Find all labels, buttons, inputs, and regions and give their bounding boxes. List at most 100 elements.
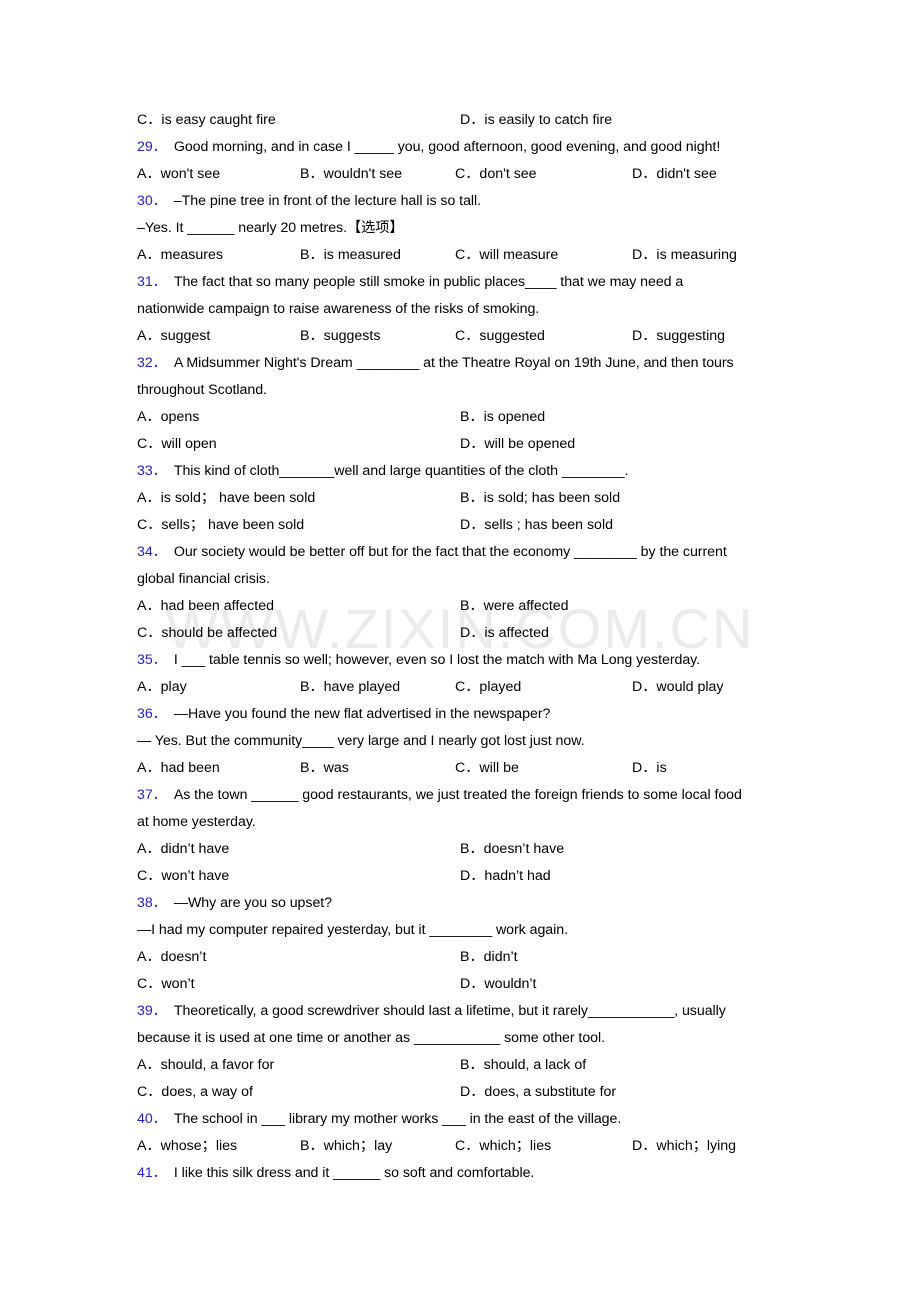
question-text: I ___ table tennis so well; however, eve… [173,652,701,668]
option-b[interactable]: B．have played [300,674,400,701]
option-c[interactable]: C．suggested [455,323,545,350]
option-a[interactable]: A．whose；lies [137,1133,237,1160]
option-row: A．had been affected B．were affected [137,593,785,620]
option-b[interactable]: B．doesn’t have [460,836,564,863]
option-d[interactable]: D．is measuring [632,242,737,269]
question-text: Our society would be better off but for … [173,544,727,560]
option-a[interactable]: A．should, a favor for [137,1052,274,1079]
option-row: C．should be affected D．is affected [137,620,785,647]
option-c[interactable]: C．is easy caught fire [137,107,276,134]
option-a[interactable]: A．had been affected [137,593,274,620]
option-d[interactable]: D．hadn’t had [460,863,551,890]
option-row: C．won’t D．wouldn’t [137,971,785,998]
option-d[interactable]: D．suggesting [632,323,725,350]
option-d[interactable]: D．will be opened [460,431,575,458]
question-stem-continued: at home yesterday. [137,814,256,830]
option-b[interactable]: B．suggests [300,323,380,350]
option-b[interactable]: B．is measured [300,242,401,269]
option-row: C．will open D．will be opened [137,431,785,458]
option-b[interactable]: B．wouldn't see [300,161,402,188]
option-row: C．does, a way of D．does, a substitute fo… [137,1079,785,1106]
option-a[interactable]: A．had been [137,755,220,782]
option-a[interactable]: A．opens [137,404,199,431]
question-number: 37． [137,787,167,803]
question-number: 33． [137,463,167,479]
question-text: —Have you found the new flat advertised … [173,706,551,722]
question-stem: 39． Theoretically, a good screwdriver sho… [137,998,785,1025]
option-b[interactable]: B．is opened [460,404,545,431]
question-stem-continued: nationwide campaign to raise awareness o… [137,301,540,317]
option-d[interactable]: D．is easily to catch fire [460,107,612,134]
question-stem: 32． A Midsummer Night's Dream ________ at… [137,350,785,377]
question-text: This kind of cloth_______well and large … [173,463,629,479]
option-row: A．had been B．was C．will be D．is [137,755,785,782]
option-a[interactable]: A．play [137,674,187,701]
option-c[interactable]: C．played [455,674,521,701]
option-c[interactable]: C．will be [455,755,519,782]
question-stem: 40． The school in ___ library my mother w… [137,1106,785,1133]
option-b[interactable]: B．is sold; has been sold [460,485,620,512]
option-d[interactable]: D．would play [632,674,723,701]
question-stem: 34． Our society would be better off but f… [137,539,785,566]
option-d[interactable]: D．sells ; has been sold [460,512,613,539]
option-c[interactable]: C．don't see [455,161,537,188]
option-row: C．won’t have D．hadn’t had [137,863,785,890]
question-number: 38． [137,895,167,911]
option-d[interactable]: D．does, a substitute for [460,1079,616,1106]
question-text: I like this silk dress and it ______ so … [173,1165,535,1181]
option-b[interactable]: B．were affected [460,593,569,620]
option-a[interactable]: A．is sold； have been sold [137,485,315,512]
question-text: –The pine tree in front of the lecture h… [173,193,482,209]
question-stem: 31． The fact that so many people still sm… [137,269,785,296]
option-a[interactable]: A．suggest [137,323,210,350]
question-text: Theoretically, a good screwdriver should… [173,1003,726,1019]
option-a[interactable]: A．measures [137,242,223,269]
option-a[interactable]: A．doesn’t [137,944,206,971]
option-c[interactable]: C．does, a way of [137,1079,253,1106]
document-page: WWW.ZIXIN.COM.CN C．is easy caught fire D… [0,0,920,1302]
option-row: A．should, a favor for B．should, a lack o… [137,1052,785,1079]
option-b[interactable]: B．didn’t [460,944,518,971]
question-stem: 35． I ___ table tennis so well; however, … [137,647,785,674]
option-row: A．opens B．is opened [137,404,785,431]
option-b[interactable]: B．should, a lack of [460,1052,586,1079]
option-row: A．measures B．is measured C．will measure … [137,242,785,269]
option-c[interactable]: C．will measure [455,242,558,269]
option-b[interactable]: B．which；lay [300,1133,392,1160]
question-text: —Why are you so upset? [173,895,333,911]
question-text: The fact that so many people still smoke… [173,274,684,290]
question-stem-continued: —I had my computer repaired yesterday, b… [137,922,568,938]
option-a[interactable]: A．didn’t have [137,836,229,863]
question-number: 35． [137,652,167,668]
option-d[interactable]: D．is [632,755,667,782]
option-row: A．play B．have played C．played D．would pl… [137,674,785,701]
option-c[interactable]: C．won’t have [137,863,229,890]
question-number: 32． [137,355,167,371]
option-row: A．whose；lies B．which；lay C．which；lies D．… [137,1133,785,1160]
option-c[interactable]: C．will open [137,431,217,458]
question-number: 36． [137,706,167,722]
option-row: A．suggest B．suggests C．suggested D．sugge… [137,323,785,350]
option-a[interactable]: A．won't see [137,161,220,188]
question-stem-continued: –Yes. It ______ nearly 20 metres.【选项】 [137,220,404,236]
option-c[interactable]: C．won’t [137,971,195,998]
question-stem: 30． –The pine tree in front of the lectur… [137,188,785,215]
question-stem: 29． Good morning, and in case I _____ you… [137,134,785,161]
option-d[interactable]: D．wouldn’t [460,971,537,998]
question-number: 41． [137,1165,167,1181]
option-b[interactable]: B．was [300,755,349,782]
option-c[interactable]: C．sells； have been sold [137,512,304,539]
option-c[interactable]: C．should be affected [137,620,277,647]
option-d[interactable]: D．didn't see [632,161,717,188]
option-d[interactable]: D．is affected [460,620,549,647]
question-number: 39． [137,1003,167,1019]
question-number: 30． [137,193,167,209]
option-c[interactable]: C．which；lies [455,1133,551,1160]
question-text: A Midsummer Night's Dream ________ at th… [173,355,734,371]
question-stem: 37． As the town ______ good restaurants, … [137,782,785,809]
question-stem-continued: throughout Scotland. [137,382,267,398]
option-d[interactable]: D．which；lying [632,1133,736,1160]
question-stem: 41． I like this silk dress and it ______ … [137,1160,785,1187]
question-number: 34． [137,544,167,560]
option-row: A．won't see B．wouldn't see C．don't see D… [137,161,785,188]
